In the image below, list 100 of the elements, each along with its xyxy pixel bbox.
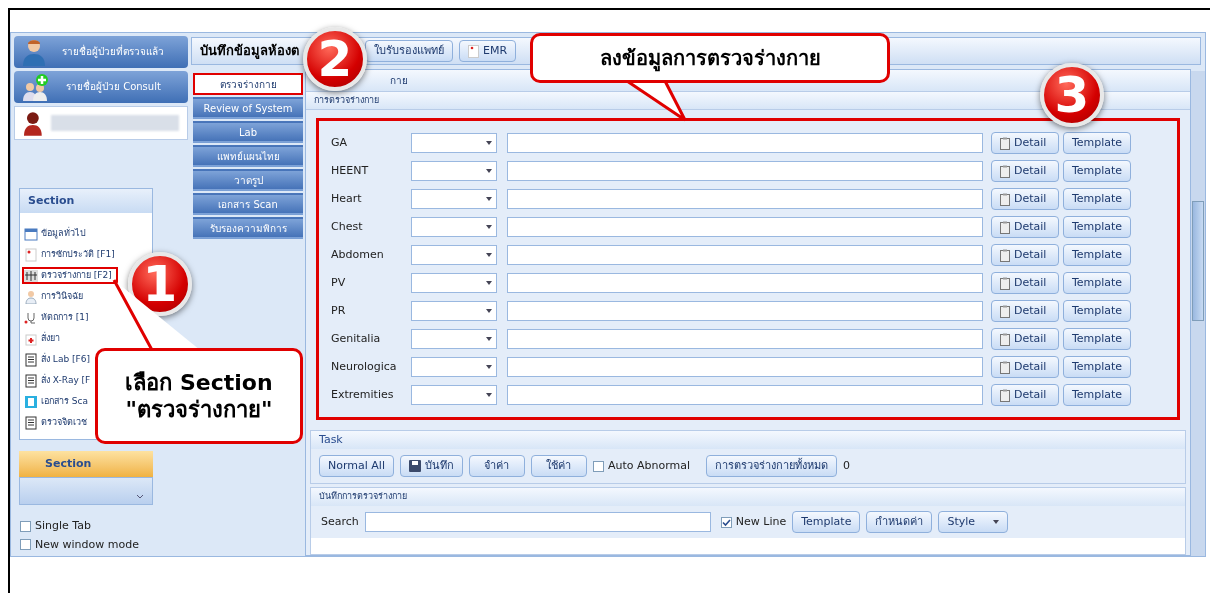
task-button[interactable]: Normal All xyxy=(319,455,394,477)
template-button[interactable]: Template xyxy=(1063,272,1131,294)
calendar-icon xyxy=(24,226,38,241)
detail-button[interactable]: Detail xyxy=(991,272,1059,294)
template-button[interactable]: Template xyxy=(1063,244,1131,266)
exam-text-field[interactable] xyxy=(507,329,983,349)
side-tab[interactable]: ตรวจร่างกาย xyxy=(193,73,303,95)
section-item[interactable]: สั่ง Lab [F6] xyxy=(22,351,96,368)
exam-text-field[interactable] xyxy=(507,273,983,293)
side-tab[interactable]: วาดรูป xyxy=(193,169,303,191)
detail-button[interactable]: Detail xyxy=(991,328,1059,350)
section-item[interactable]: ตรวจจิตเวช xyxy=(22,414,93,431)
scrollbar[interactable] xyxy=(1191,71,1205,556)
section-item[interactable]: การซักประวัติ [F1] xyxy=(22,246,121,263)
template-button[interactable]: Template xyxy=(1063,384,1131,406)
template-button[interactable]: Template xyxy=(1063,328,1131,350)
detail-button[interactable]: Detail xyxy=(991,300,1059,322)
exam-label: Heart xyxy=(331,190,363,207)
task-button[interactable]: จำค่า xyxy=(468,455,525,477)
side-tab[interactable]: แพทย์แผนไทย xyxy=(193,145,303,167)
section-item[interactable]: ข้อมูลทั่วไป xyxy=(22,225,92,242)
detail-button[interactable]: Detail xyxy=(991,244,1059,266)
template-button[interactable]: Template xyxy=(1063,160,1131,182)
task-button[interactable]: บันทึก xyxy=(399,455,463,477)
section-item[interactable]: หัตถการ [1] xyxy=(22,309,95,326)
record-button[interactable]: กำหนดค่า xyxy=(866,511,933,533)
template-button[interactable]: Template xyxy=(1063,300,1131,322)
exam-text-field[interactable] xyxy=(507,385,983,405)
patient-list-button[interactable]: รายชื่อผู้ป่วย Consult xyxy=(14,70,188,103)
add-patient-icon xyxy=(22,72,50,101)
exam-count: 0 xyxy=(843,457,851,474)
new-line-checkbox[interactable] xyxy=(720,516,732,528)
section-bar[interactable]: Section xyxy=(19,451,153,477)
template-button[interactable]: Template xyxy=(1063,188,1131,210)
exam-text-field[interactable] xyxy=(507,161,983,181)
scan-document-icon xyxy=(24,394,38,409)
exam-label: Extremities xyxy=(331,386,395,403)
auto-abnormal-checkbox[interactable] xyxy=(592,460,604,472)
exam-label: Abdomen xyxy=(331,246,385,263)
section-item[interactable]: ตรวจร่างกาย [F2] xyxy=(22,267,118,284)
toolbar-button[interactable]: EMR xyxy=(459,40,517,62)
exam-text-field[interactable] xyxy=(507,357,983,377)
exam-dropdown[interactable] xyxy=(411,189,497,209)
side-tab[interactable]: Lab xyxy=(193,121,303,143)
task-button[interactable]: ใช้ค่า xyxy=(530,455,587,477)
toolbar-title: บันทึกข้อมูลห้องต xyxy=(200,42,299,61)
new-line-label: New Line xyxy=(735,513,787,530)
chevron-down-icon[interactable] xyxy=(136,494,144,500)
exam-label: PR xyxy=(331,302,347,319)
record-button[interactable]: Template xyxy=(792,511,861,533)
detail-button[interactable]: Detail xyxy=(991,356,1059,378)
clipboard-icon xyxy=(1000,220,1010,234)
detail-button[interactable]: Detail xyxy=(991,216,1059,238)
section-item[interactable]: การวินิจฉัย xyxy=(22,288,89,305)
exam-text-field[interactable] xyxy=(507,245,983,265)
clipboard-icon xyxy=(1000,248,1010,262)
exam-dropdown[interactable] xyxy=(411,357,497,377)
option-label: New window mode xyxy=(35,536,139,553)
option-checkbox[interactable] xyxy=(20,520,31,532)
exam-dropdown[interactable] xyxy=(411,245,497,265)
section-item[interactable]: สั่ง X-Ray [F xyxy=(22,372,97,389)
detail-button[interactable]: Detail xyxy=(991,160,1059,182)
detail-button[interactable]: Detail xyxy=(991,132,1059,154)
exam-dropdown[interactable] xyxy=(411,133,497,153)
side-tab[interactable]: รับรองความพิการ xyxy=(193,217,303,239)
option-checkbox[interactable] xyxy=(20,539,31,551)
record-header: บันทึกการตรวจร่างกาย xyxy=(311,488,1185,506)
option-label: Single Tab xyxy=(35,518,91,534)
exam-dropdown[interactable] xyxy=(411,385,497,405)
exam-dropdown[interactable] xyxy=(411,217,497,237)
dropdown-arrow-icon xyxy=(486,141,492,145)
clipboard-icon xyxy=(1000,192,1010,206)
template-button[interactable]: Template xyxy=(1063,356,1131,378)
detail-button[interactable]: Detail xyxy=(991,188,1059,210)
exam-text-field[interactable] xyxy=(507,189,983,209)
dropdown-arrow-icon xyxy=(486,169,492,173)
patient-list-button[interactable]: รายชื่อผู้ป่วยที่ตรวจแล้ว xyxy=(14,36,188,68)
exam-label: Genitalia xyxy=(331,330,382,347)
template-button[interactable]: Template xyxy=(1063,216,1131,238)
exam-text-field[interactable] xyxy=(507,217,983,237)
exam-label: HEENT xyxy=(331,162,370,179)
exam-dropdown[interactable] xyxy=(411,329,497,349)
side-tab[interactable]: เอกสาร Scan xyxy=(193,193,303,215)
exam-dropdown[interactable] xyxy=(411,161,497,181)
section-item[interactable]: สั่งยา xyxy=(22,330,66,347)
dropdown-arrow-icon xyxy=(486,253,492,257)
detail-button[interactable]: Detail xyxy=(991,384,1059,406)
section-item[interactable]: เอกสาร Sca xyxy=(22,393,95,410)
search-field[interactable] xyxy=(364,512,711,532)
section-panel-title: Section xyxy=(20,189,152,213)
exam-dropdown[interactable] xyxy=(411,273,497,293)
exam-dropdown[interactable] xyxy=(411,301,497,321)
all-exams-button[interactable]: การตรวจร่างกายทั้งหมด xyxy=(706,455,838,477)
template-button[interactable]: Template xyxy=(1063,132,1131,154)
style-dropdown[interactable]: Style xyxy=(938,511,1009,533)
exam-label: PV xyxy=(331,274,347,291)
exam-text-field[interactable] xyxy=(507,133,983,153)
toolbar-button[interactable]: ใบรับรองแพทย์ xyxy=(365,40,453,62)
side-tab[interactable]: Review of System xyxy=(193,97,303,119)
exam-text-field[interactable] xyxy=(507,301,983,321)
